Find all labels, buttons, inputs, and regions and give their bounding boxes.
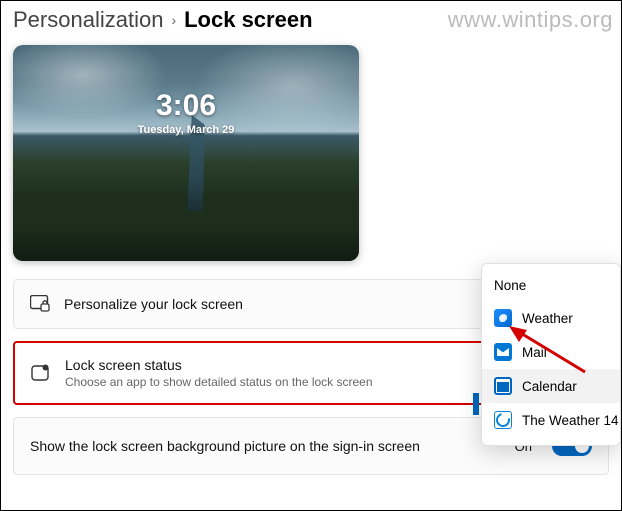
flyout-option-calendar[interactable]: Calendar	[482, 369, 620, 403]
weather14-icon	[494, 411, 512, 429]
flyout-label: Weather	[522, 311, 573, 326]
chevron-right-icon: ›	[171, 12, 176, 28]
breadcrumb-current: Lock screen	[184, 7, 312, 33]
preview-date: Tuesday, March 29	[13, 124, 359, 136]
preview-time: 3:06	[13, 89, 359, 123]
flyout-label: None	[494, 278, 526, 293]
picture-lock-icon	[30, 294, 50, 314]
flyout-label: The Weather 14 day	[522, 413, 621, 428]
calendar-tile-edge	[473, 393, 479, 415]
flyout-label: Calendar	[522, 379, 577, 394]
breadcrumb-parent[interactable]: Personalization	[13, 7, 163, 33]
signin-bg-title: Show the lock screen background picture …	[30, 438, 501, 454]
flyout-option-weather[interactable]: Weather	[482, 301, 620, 335]
lock-screen-preview: 3:06 Tuesday, March 29	[13, 45, 359, 261]
watermark-text: www.wintips.org	[448, 7, 613, 33]
status-app-flyout: None Weather Mail Calendar The Weather 1…	[481, 263, 621, 446]
status-badge-icon	[31, 363, 51, 383]
flyout-option-weather14[interactable]: The Weather 14 day	[482, 403, 620, 437]
calendar-icon	[494, 377, 512, 395]
flyout-option-none[interactable]: None	[482, 270, 620, 301]
flyout-option-mail[interactable]: Mail	[482, 335, 620, 369]
mail-icon	[494, 343, 512, 361]
weather-icon	[494, 309, 512, 327]
flyout-label: Mail	[522, 345, 547, 360]
